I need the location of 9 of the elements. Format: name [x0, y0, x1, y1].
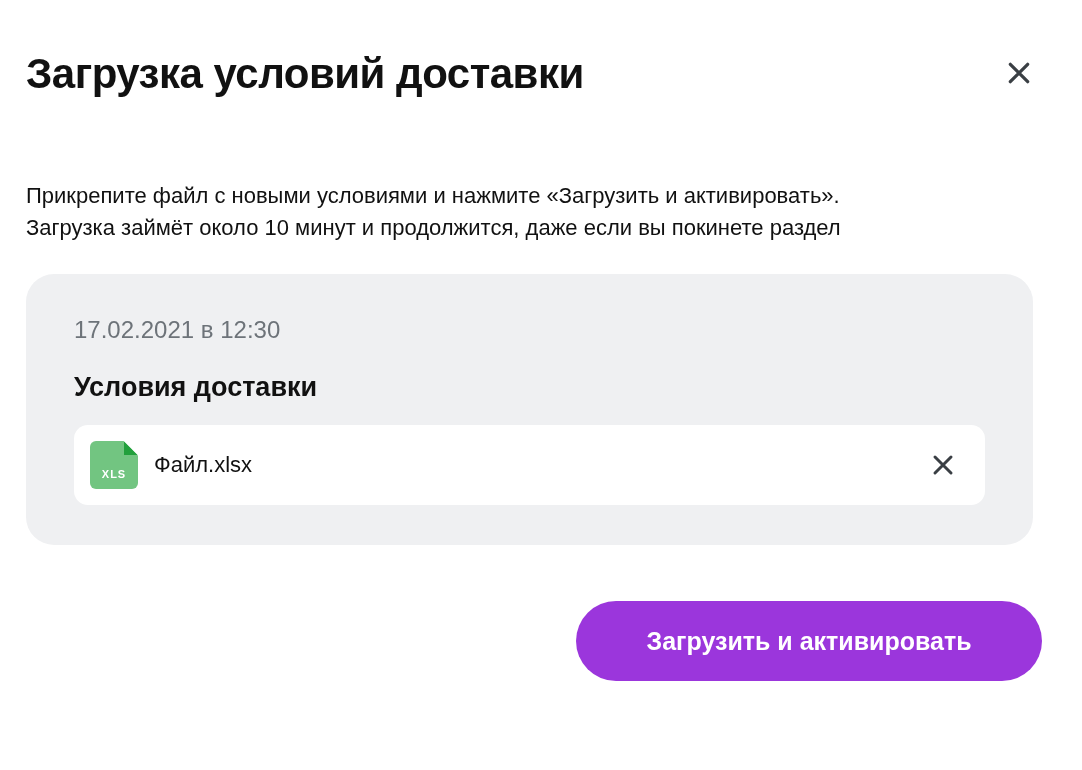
spreadsheet-file-icon: XLS: [90, 441, 138, 489]
dialog-title: Загрузка условий доставки: [26, 50, 584, 98]
file-name: Файл.xlsx: [154, 452, 254, 478]
close-icon: [931, 453, 955, 477]
upload-and-activate-button[interactable]: Загрузить и активировать: [576, 601, 1042, 681]
upload-date: 17.02.2021 в 12:30: [74, 316, 282, 344]
close-icon: [1006, 60, 1032, 86]
section-heading: Условия доставки: [74, 372, 319, 403]
description: Прикрепите файл с новыми условиями и нажмите «Загрузить и активировать». Загрузка займёт около 10 минут и продолжится, даже если вы покинете раздел: [26, 182, 842, 242]
